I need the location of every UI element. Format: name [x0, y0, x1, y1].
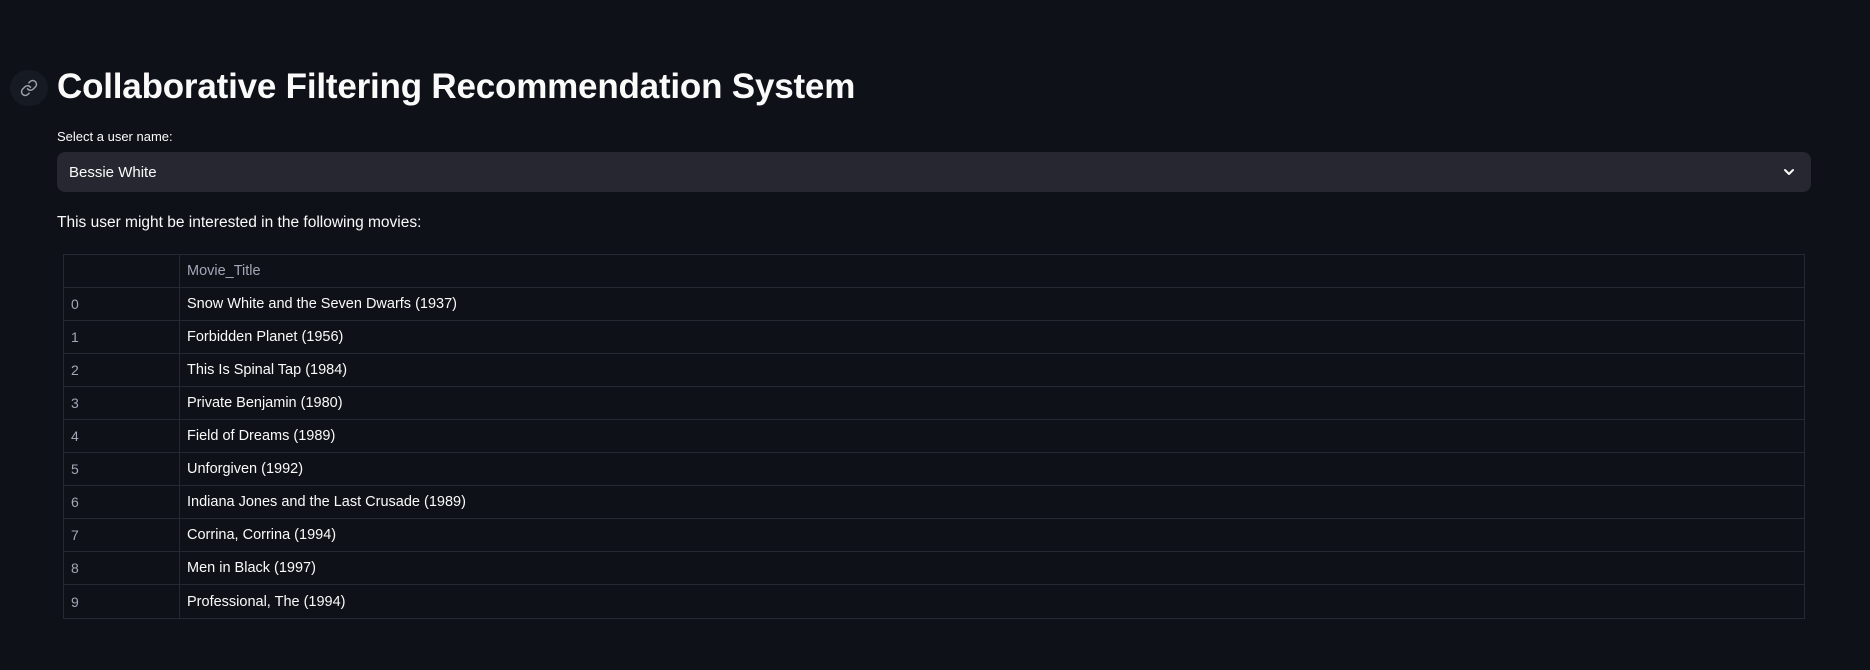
movie-title-cell[interactable]: Professional, The (1994) [180, 585, 1804, 618]
page-title: Collaborative Filtering Recommendation S… [57, 67, 856, 106]
select-value: Bessie White [69, 163, 157, 181]
movie-title-cell[interactable]: This Is Spinal Tap (1984) [180, 354, 1804, 386]
row-index: 9 [64, 585, 180, 618]
movie-title-cell[interactable]: Forbidden Planet (1956) [180, 321, 1804, 353]
movie-title-cell[interactable]: Men in Black (1997) [180, 552, 1804, 584]
row-index: 8 [64, 552, 180, 584]
movie-table[interactable]: Movie_Title 0 Snow White and the Seven D… [63, 254, 1805, 619]
link-icon[interactable] [10, 70, 48, 106]
movie-title-column-header[interactable]: Movie_Title [180, 255, 1804, 287]
movie-title-cell[interactable]: Indiana Jones and the Last Crusade (1989… [180, 486, 1804, 518]
table-row[interactable]: 2 This Is Spinal Tap (1984) [64, 354, 1804, 387]
info-text: This user might be interested in the fol… [57, 214, 422, 231]
row-index: 3 [64, 387, 180, 419]
row-index: 2 [64, 354, 180, 386]
select-label: Select a user name: [57, 129, 173, 144]
row-index: 4 [64, 420, 180, 452]
chevron-down-icon[interactable] [1781, 164, 1797, 180]
movie-title-cell[interactable]: Unforgiven (1992) [180, 453, 1804, 485]
row-index: 0 [64, 288, 180, 320]
app-page: Collaborative Filtering Recommendation S… [0, 0, 1870, 670]
table-row[interactable]: 9 Professional, The (1994) [64, 585, 1804, 618]
row-index: 7 [64, 519, 180, 551]
table-row[interactable]: 8 Men in Black (1997) [64, 552, 1804, 585]
index-column-header[interactable] [64, 255, 180, 287]
table-row[interactable]: 1 Forbidden Planet (1956) [64, 321, 1804, 354]
movie-title-cell[interactable]: Corrina, Corrina (1994) [180, 519, 1804, 551]
table-header-row: Movie_Title [64, 255, 1804, 288]
table-row[interactable]: 4 Field of Dreams (1989) [64, 420, 1804, 453]
table-row[interactable]: 3 Private Benjamin (1980) [64, 387, 1804, 420]
row-index: 5 [64, 453, 180, 485]
user-name-select[interactable]: Bessie White [57, 152, 1811, 192]
row-index: 6 [64, 486, 180, 518]
table-row[interactable]: 6 Indiana Jones and the Last Crusade (19… [64, 486, 1804, 519]
table-row[interactable]: 7 Corrina, Corrina (1994) [64, 519, 1804, 552]
movie-title-cell[interactable]: Snow White and the Seven Dwarfs (1937) [180, 288, 1804, 320]
movie-title-cell[interactable]: Field of Dreams (1989) [180, 420, 1804, 452]
table-row[interactable]: 0 Snow White and the Seven Dwarfs (1937) [64, 288, 1804, 321]
movie-title-cell[interactable]: Private Benjamin (1980) [180, 387, 1804, 419]
table-row[interactable]: 5 Unforgiven (1992) [64, 453, 1804, 486]
row-index: 1 [64, 321, 180, 353]
